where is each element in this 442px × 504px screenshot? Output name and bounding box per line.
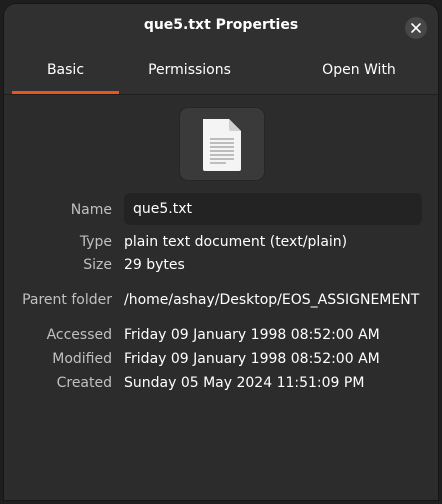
modified-value: Friday 09 January 1998 08:52:00 AM	[124, 351, 380, 367]
properties-dialog: que5.txt Properties Basic Permissions Op…	[4, 4, 438, 500]
accessed-value: Friday 09 January 1998 08:52:00 AM	[124, 327, 380, 343]
type-value: plain text document (text/plain)	[124, 234, 348, 250]
tab-basic[interactable]: Basic	[12, 50, 119, 94]
type-label: Type	[79, 234, 112, 250]
name-field[interactable]	[124, 193, 422, 225]
created-label: Created	[56, 375, 112, 391]
dialog-title: que5.txt Properties	[143, 17, 299, 33]
parent-folder-value[interactable]: /home/ashay/Desktop/EOS_ASSIGNEMENT	[124, 292, 422, 308]
file-icon-frame	[180, 108, 264, 180]
text-document-icon	[203, 119, 241, 171]
accessed-label: Accessed	[46, 327, 112, 343]
created-value: Sunday 05 May 2024 11:51:09 PM	[124, 375, 365, 391]
tab-open-with[interactable]: Open With	[304, 50, 414, 94]
tab-bar: Basic Permissions Open With	[4, 50, 438, 95]
tab-permissions[interactable]: Permissions	[126, 50, 253, 94]
name-label: Name	[70, 202, 112, 218]
size-value: 29 bytes	[124, 257, 185, 273]
modified-label: Modified	[52, 351, 112, 367]
title-bar: que5.txt Properties	[4, 4, 438, 50]
parent-folder-label: Parent folder	[22, 292, 112, 308]
size-label: Size	[83, 257, 112, 273]
close-button[interactable]	[405, 17, 427, 39]
close-icon	[411, 23, 421, 33]
